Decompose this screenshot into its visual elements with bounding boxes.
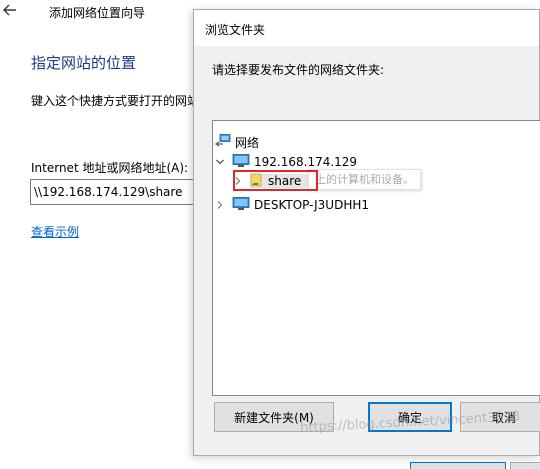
wizard-description: 键入这个快捷方式要打开的网站 [31,94,200,108]
address-input[interactable]: \\192.168.174.129\share [30,179,210,205]
tooltip: 上的计算机和设备。 [308,169,421,190]
tree-item-network[interactable]: 网络 [214,132,260,152]
cancel-button[interactable]: 取消 [460,402,540,432]
chevron-right-icon[interactable] [232,175,244,187]
dialog-title: 浏览文件夹 [205,23,266,37]
computer-icon [232,153,250,171]
wizard-cancel-button[interactable] [510,462,540,469]
wizard-next-button[interactable] [410,462,506,469]
dialog-titlebar: 浏览文件夹 [194,10,539,46]
screen: 添加网络位置向导 指定网站的位置 键入这个快捷方式要打开的网站 Internet… [0,0,540,469]
wizard-heading: 指定网站的位置 [31,54,137,72]
back-arrow-icon[interactable] [2,2,18,18]
shared-folder-icon [250,173,264,190]
computer-icon [232,196,250,214]
view-examples-link[interactable]: 查看示例 [31,223,79,240]
wizard-title: 添加网络位置向导 [49,6,146,20]
dialog-prompt: 请选择要发布文件的网络文件夹: [212,63,385,77]
chevron-right-icon[interactable] [214,199,226,211]
tree-item-share-label: share [268,174,302,188]
new-folder-button[interactable]: 新建文件夹(M) [214,402,334,432]
tree-item-desktop[interactable]: DESKTOP-J3UDHH1 [214,195,369,215]
ok-button[interactable]: 确定 [368,402,452,432]
network-icon [214,133,231,151]
tree-item-share[interactable]: share [232,173,301,189]
folder-tree[interactable]: 网络 192.168.174.129 上的计算机和设备。 share DESKT… [212,120,540,396]
tree-item-network-label: 网络 [235,135,260,150]
tree-item-desktop-label: DESKTOP-J3UDHH1 [254,198,370,212]
tree-item-host-label: 192.168.174.129 [254,155,358,169]
chevron-down-icon[interactable] [214,156,226,168]
address-label: Internet 地址或网络地址(A): [31,161,189,175]
browse-folder-dialog: 浏览文件夹 请选择要发布文件的网络文件夹: 网络 192.168.174.129… [193,9,540,456]
